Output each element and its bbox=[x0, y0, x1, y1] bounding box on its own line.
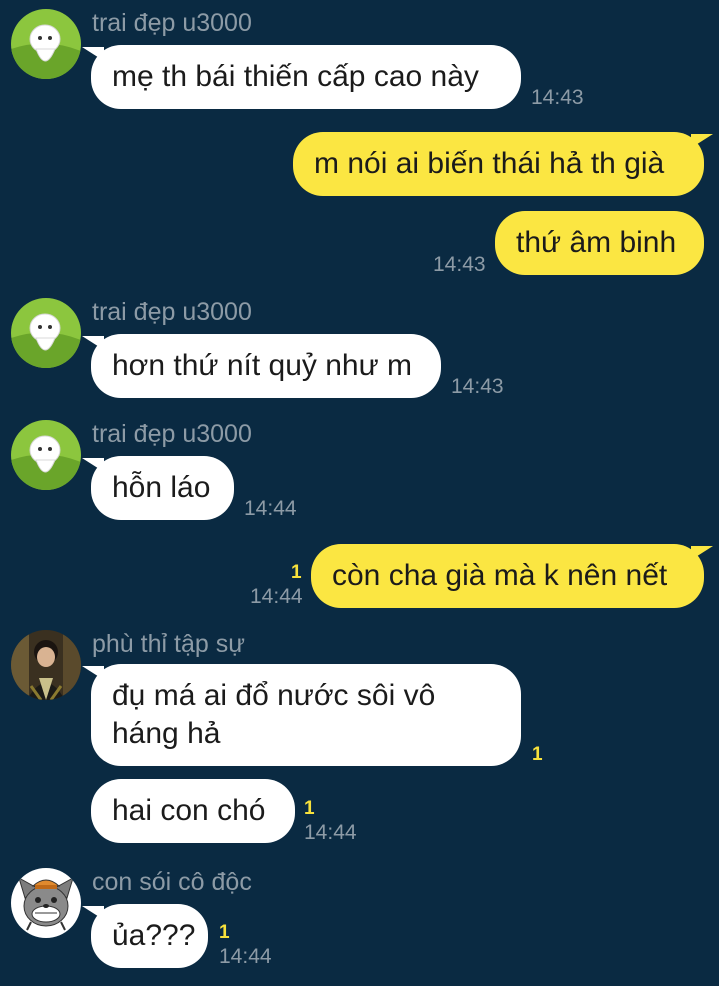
green-mascot-icon bbox=[11, 298, 81, 368]
sender-name: trai đẹp u3000 bbox=[92, 298, 252, 326]
unread-count: 1 bbox=[219, 922, 230, 943]
message-text: thứ âm binh bbox=[516, 226, 677, 259]
message-text: mẹ th bái thiến cấp cao này bbox=[112, 60, 479, 93]
message-text: hơn thứ nít quỷ như m bbox=[112, 349, 412, 382]
message-time: 14:44 bbox=[250, 585, 303, 608]
unread-count: 1 bbox=[304, 798, 315, 819]
message-time: 14:43 bbox=[433, 253, 486, 276]
incoming-message-bubble[interactable]: ủa??? bbox=[82, 904, 208, 968]
green-mascot-avatar[interactable] bbox=[11, 298, 81, 368]
photo-avatar[interactable] bbox=[11, 630, 81, 700]
sender-name: phù thỉ tập sự bbox=[92, 630, 245, 658]
green-mascot-icon bbox=[11, 9, 81, 79]
message-text: ủa??? bbox=[112, 919, 196, 952]
sender-name: trai đẹp u3000 bbox=[92, 9, 252, 37]
grey-wolf-icon bbox=[11, 868, 81, 938]
message-time: 14:44 bbox=[304, 821, 357, 844]
incoming-message-bubble[interactable]: mẹ th bái thiến cấp cao này bbox=[82, 45, 521, 109]
green-mascot-icon bbox=[11, 420, 81, 490]
outgoing-message-bubble[interactable]: thứ âm binh bbox=[495, 211, 704, 275]
message-text: m nói ai biến thái hả th già bbox=[314, 147, 665, 180]
grey-wolf-avatar[interactable] bbox=[11, 868, 81, 938]
green-mascot-avatar[interactable] bbox=[11, 420, 81, 490]
message-text: hỗn láo bbox=[112, 471, 211, 504]
incoming-message-bubble[interactable]: hỗn láo bbox=[82, 456, 234, 520]
green-mascot-avatar[interactable] bbox=[11, 9, 81, 79]
message-text: hai con chó bbox=[112, 794, 266, 827]
sender-name: con sói cô độc bbox=[92, 868, 252, 896]
unread-count: 1 bbox=[532, 744, 543, 765]
incoming-message-bubble[interactable]: hơn thứ nít quỷ như m bbox=[82, 334, 441, 398]
message-text: còn cha già mà k nên nết bbox=[332, 559, 668, 592]
person-photo-icon bbox=[11, 630, 81, 700]
incoming-message-bubble[interactable]: hai con chó bbox=[91, 779, 295, 843]
message-text: đụ má ai đổ nước sôi vô háng hả bbox=[112, 679, 436, 750]
message-time: 14:43 bbox=[531, 86, 584, 109]
sender-name: trai đẹp u3000 bbox=[92, 420, 252, 448]
outgoing-message-bubble[interactable]: còn cha già mà k nên nết bbox=[311, 544, 713, 608]
outgoing-message-bubble[interactable]: m nói ai biến thái hả th già bbox=[293, 132, 713, 196]
message-time: 14:43 bbox=[451, 375, 504, 398]
unread-count: 1 bbox=[291, 562, 302, 583]
message-time: 14:44 bbox=[219, 945, 272, 968]
message-time: 14:44 bbox=[244, 497, 297, 520]
incoming-message-bubble[interactable]: đụ má ai đổ nước sôi vô háng hả bbox=[82, 664, 521, 766]
